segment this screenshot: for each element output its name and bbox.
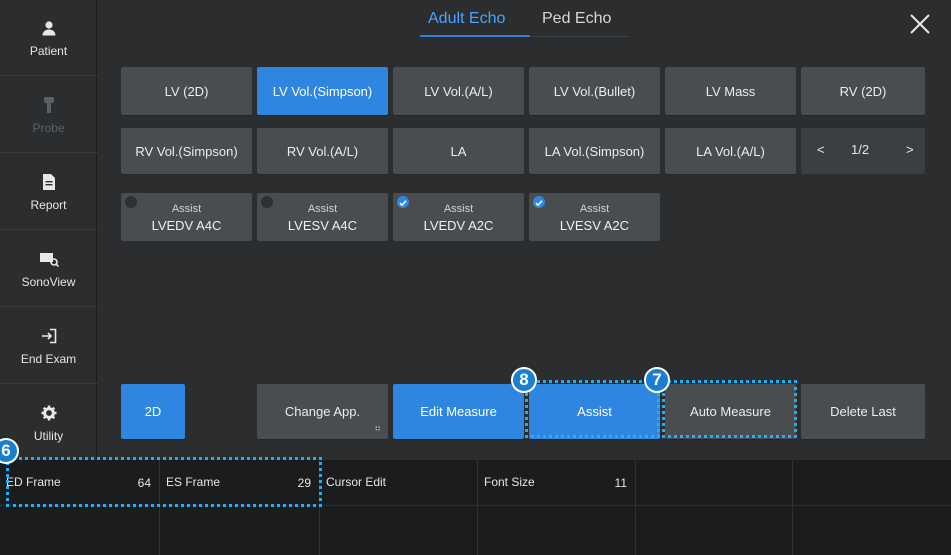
next-page-button[interactable]: > [906,142,914,157]
sidebar-item-label: Utility [33,429,64,443]
empty-softkey[interactable] [793,505,951,555]
sonoview-icon [39,249,59,269]
callout-badge-7: 7 [644,367,670,393]
page-indicator: 1/2 [851,142,870,157]
assist-item-caption: Assist [307,203,338,215]
measure-la-vol-al-button[interactable]: LA Vol.(A/L) [665,128,796,174]
sidebar-item-sonoview[interactable]: SonoView [0,231,97,307]
sidebar-item-report[interactable]: Report [0,154,97,230]
grip-icon: ⠶ [374,423,381,433]
person-icon [39,18,59,38]
assist-lvesv-a2c-button[interactable]: Assist LVESV A2C [529,193,660,241]
sidebar-item-patient[interactable]: Patient [0,0,97,76]
cursor-edit-label: Cursor Edit [326,475,387,489]
empty-softkey[interactable] [636,460,793,505]
probe-icon [39,95,59,115]
document-icon [39,172,59,192]
edit-measure-button[interactable]: Edit Measure [393,384,524,439]
font-size-control[interactable]: Font Size 11 [478,460,636,505]
tab-bar: Adult Echo Ped Echo [98,0,951,38]
assist-lvesv-a4c-button[interactable]: Assist LVESV A4C [257,193,388,241]
assist-item-label: LVESV A4C [287,218,358,233]
font-size-value: 11 [614,476,627,490]
assist-item-label: LVEDV A2C [423,218,494,233]
sidebar-item-probe[interactable]: Probe [0,77,97,153]
callout-badge-8: 8 [511,367,537,393]
sidebar-item-end-exam[interactable]: End Exam [0,308,97,384]
font-size-label: Font Size [484,475,535,489]
empty-softkey[interactable] [636,505,793,555]
empty-softkey[interactable] [320,505,478,555]
bottom-softkey-bar: ED Frame 64 ES Frame 29 Cursor Edit Font… [0,460,951,555]
assist-item-label: LVESV A2C [559,218,630,233]
sidebar-item-label: Patient [29,43,68,58]
mode-2d-button[interactable]: 2D [121,384,185,439]
change-app-label: Change App. [284,404,361,419]
sidebar-item-label: Report [30,197,67,212]
es-frame-label: ES Frame [166,475,221,489]
auto-measure-button[interactable]: Auto Measure [665,384,796,439]
assist-lvedv-a4c-button[interactable]: Assist LVEDV A4C [121,193,252,241]
prev-page-button[interactable]: < [817,142,825,157]
measure-rv-vol-simpson-button[interactable]: RV Vol.(Simpson) [121,128,252,174]
measure-la-vol-simpson-button[interactable]: LA Vol.(Simpson) [529,128,660,174]
exit-icon [39,326,59,346]
es-frame-control[interactable]: ES Frame 29 [160,460,320,505]
measure-pager: < 1/2 > [801,128,925,174]
measure-lv-vol-bullet-button[interactable]: LV Vol.(Bullet) [529,67,660,115]
gear-icon [39,403,59,423]
tab-active-indicator [420,35,530,37]
empty-softkey[interactable] [0,505,160,555]
ed-frame-value: 64 [137,476,151,490]
empty-softkey[interactable] [160,505,320,555]
cursor-edit-control[interactable]: Cursor Edit [320,460,478,505]
change-app-button[interactable]: Change App. ⠶ [257,384,388,439]
empty-softkey[interactable] [478,505,636,555]
tab-ped-echo[interactable]: Ped Echo [542,10,611,28]
assist-item-caption: Assist [171,203,202,215]
assist-item-label: LVEDV A4C [151,218,222,233]
sidebar-item-label: SonoView [21,274,76,289]
measure-la-button[interactable]: LA [393,128,524,174]
measure-lv-mass-button[interactable]: LV Mass [665,67,796,115]
delete-last-button[interactable]: Delete Last [801,384,925,439]
assist-button[interactable]: Assist [529,384,660,439]
sidebar: Patient Probe Report SonoView End Exam U… [0,0,97,460]
measure-rv-2d-button[interactable]: RV (2D) [801,67,925,115]
measure-lv-vol-al-button[interactable]: LV Vol.(A/L) [393,67,524,115]
measure-lv-vol-simpson-button[interactable]: LV Vol.(Simpson) [257,67,388,115]
es-frame-value: 29 [297,476,311,490]
ed-frame-control[interactable]: ED Frame 64 [0,460,160,505]
ed-frame-label: ED Frame [6,475,61,489]
assist-item-caption: Assist [579,203,610,215]
measure-lv-2d-button[interactable]: LV (2D) [121,67,252,115]
sidebar-item-label: Probe [32,120,65,135]
tab-adult-echo[interactable]: Adult Echo [428,10,505,28]
sidebar-item-label: End Exam [20,351,77,366]
app-window: Patient Probe Report SonoView End Exam U… [0,0,951,555]
empty-softkey[interactable] [793,460,951,505]
assist-item-caption: Assist [443,203,474,215]
close-icon[interactable] [906,10,934,38]
measure-rv-vol-al-button[interactable]: RV Vol.(A/L) [257,128,388,174]
assist-lvedv-a2c-button[interactable]: Assist LVEDV A2C [393,193,524,241]
